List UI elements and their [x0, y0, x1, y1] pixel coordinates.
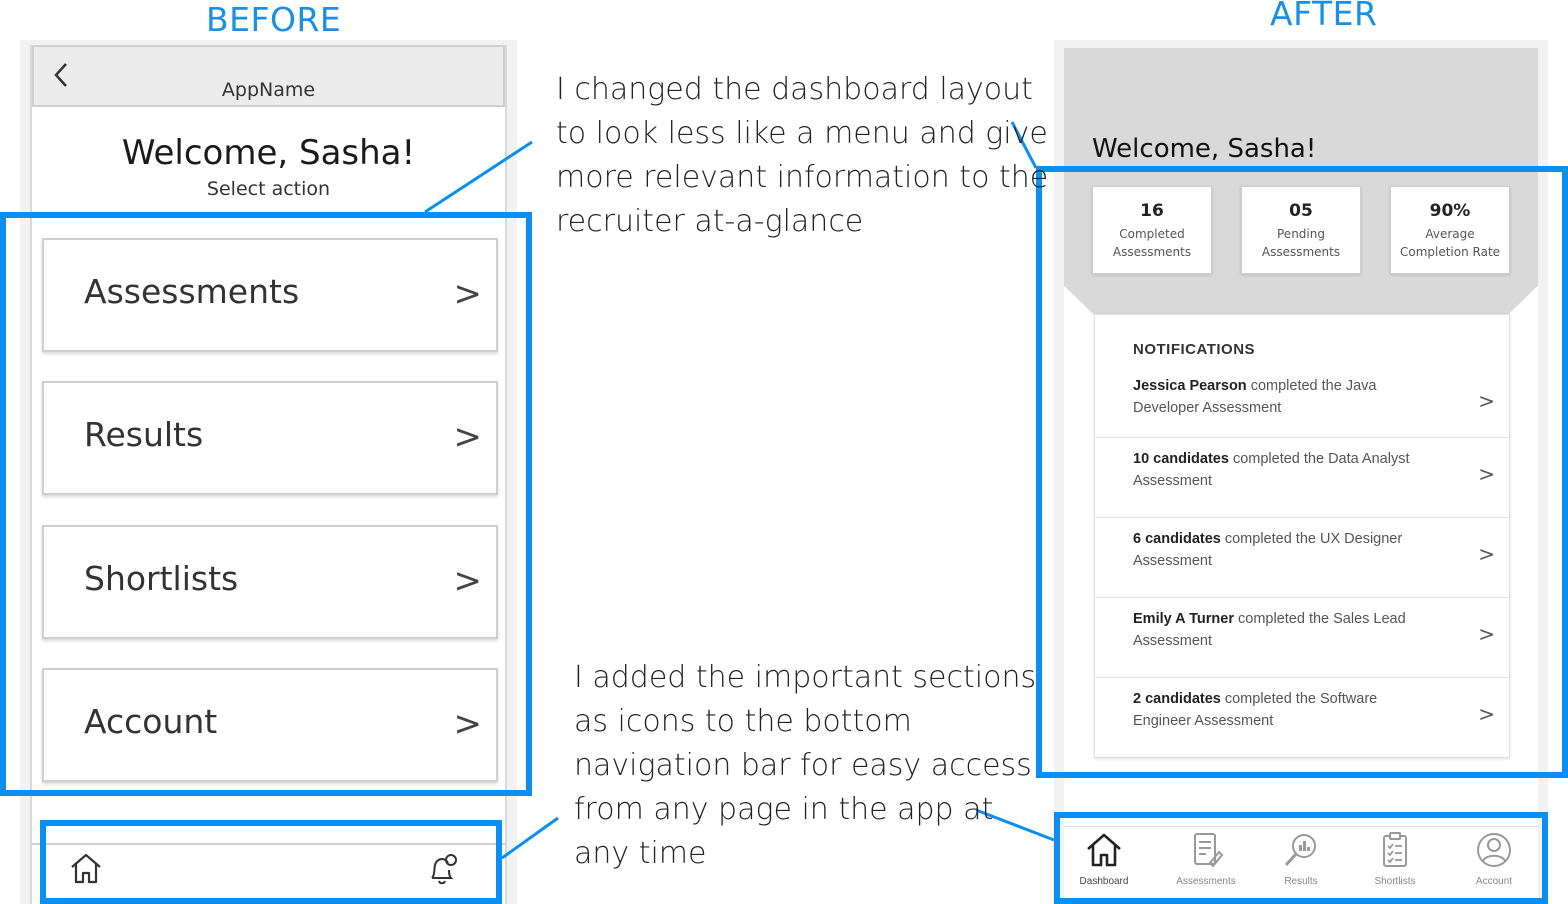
welcome-title: Welcome, Sasha! [1092, 134, 1317, 164]
app-name: AppName [221, 79, 316, 101]
dashboard-note: I changed the dashboard layout to look l… [556, 72, 1049, 239]
before-menu-highlight [0, 212, 532, 796]
after-nav-highlight [1054, 812, 1548, 904]
navigation-note: I added the important sections as icons … [574, 660, 1037, 871]
select-action-subtitle: Select action [206, 178, 331, 200]
app-header: AppName [32, 45, 505, 107]
after-heading: AFTER [1270, 0, 1378, 33]
after-dashboard-highlight [1036, 166, 1568, 778]
before-nav-highlight [40, 820, 502, 904]
welcome-title: Welcome, Sasha! [121, 133, 416, 173]
before-heading: BEFORE [206, 0, 342, 39]
